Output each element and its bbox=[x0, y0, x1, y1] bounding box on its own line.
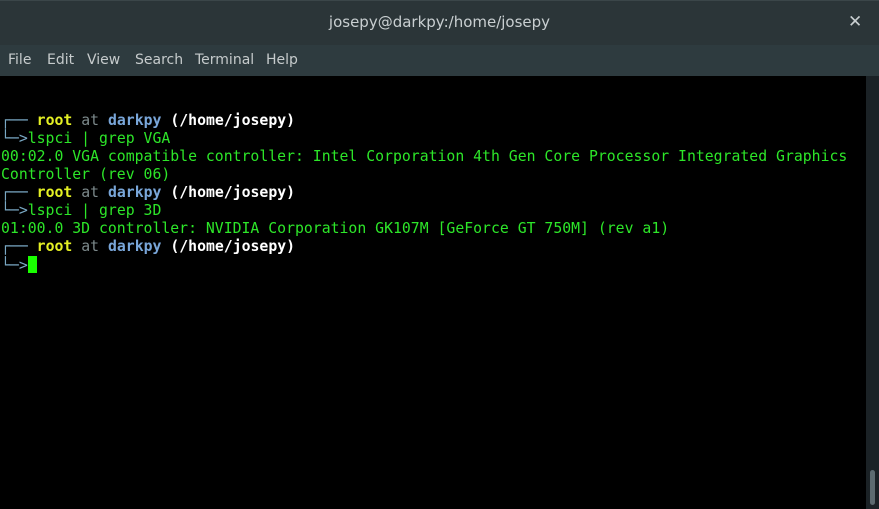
prompt-at: at bbox=[81, 238, 100, 255]
prompt-user: root bbox=[36, 112, 73, 129]
output-line: 01:00.0 3D controller: NVIDIA Corporatio… bbox=[1, 220, 670, 237]
prompt-top-glyph: ┌── bbox=[1, 112, 28, 129]
command-line: └─>lspci | grep VGA bbox=[1, 130, 170, 148]
prompt-top-glyph: ┌── bbox=[1, 184, 28, 201]
prompt-bottom-glyph: └─> bbox=[1, 130, 28, 147]
menu-help[interactable]: Help bbox=[266, 52, 298, 68]
menu-bar: File Edit View Search Terminal Help bbox=[0, 45, 879, 76]
prompt-top-glyph: ┌── bbox=[1, 238, 28, 255]
window-titlebar[interactable]: josepy@darkpy:/home/josepy ✕ bbox=[0, 0, 879, 45]
output-line: 00:02.0 VGA compatible controller: Intel… bbox=[1, 148, 848, 165]
menu-terminal[interactable]: Terminal bbox=[195, 52, 254, 68]
menu-edit[interactable]: Edit bbox=[47, 52, 74, 68]
command-text: lspci | grep 3D bbox=[27, 202, 162, 219]
command-text: lspci | grep VGA bbox=[27, 130, 171, 147]
vertical-scrollbar[interactable] bbox=[866, 76, 879, 509]
prompt-user: root bbox=[36, 184, 73, 201]
scrollbar-thumb[interactable] bbox=[870, 470, 875, 505]
prompt-host: darkpy bbox=[107, 184, 162, 201]
prompt-line: ┌── root at darkpy (/home/josepy) bbox=[1, 112, 295, 130]
close-icon[interactable]: ✕ bbox=[848, 13, 862, 31]
prompt-user: root bbox=[36, 238, 73, 255]
command-line: └─> bbox=[1, 256, 37, 274]
output-line: Controller (rev 06) bbox=[1, 166, 171, 183]
prompt-bottom-glyph: └─> bbox=[1, 202, 28, 219]
text-cursor bbox=[27, 256, 37, 273]
prompt-bottom-glyph: └─> bbox=[1, 257, 28, 274]
prompt-path: (/home/josepy) bbox=[170, 184, 296, 201]
prompt-host: darkpy bbox=[107, 238, 162, 255]
command-line: └─>lspci | grep 3D bbox=[1, 202, 161, 220]
menu-view[interactable]: View bbox=[87, 52, 120, 68]
prompt-line: ┌── root at darkpy (/home/josepy) bbox=[1, 238, 295, 256]
prompt-at: at bbox=[81, 112, 100, 129]
prompt-at: at bbox=[81, 184, 100, 201]
menu-file[interactable]: File bbox=[8, 52, 31, 68]
window-title: josepy@darkpy:/home/josepy bbox=[328, 13, 551, 31]
menu-search[interactable]: Search bbox=[135, 52, 183, 68]
prompt-line: ┌── root at darkpy (/home/josepy) bbox=[1, 184, 295, 202]
prompt-path: (/home/josepy) bbox=[170, 112, 296, 129]
terminal-area[interactable]: ┌── root at darkpy (/home/josepy) └─>lsp… bbox=[0, 76, 866, 509]
prompt-host: darkpy bbox=[107, 112, 162, 129]
prompt-path: (/home/josepy) bbox=[170, 238, 296, 255]
